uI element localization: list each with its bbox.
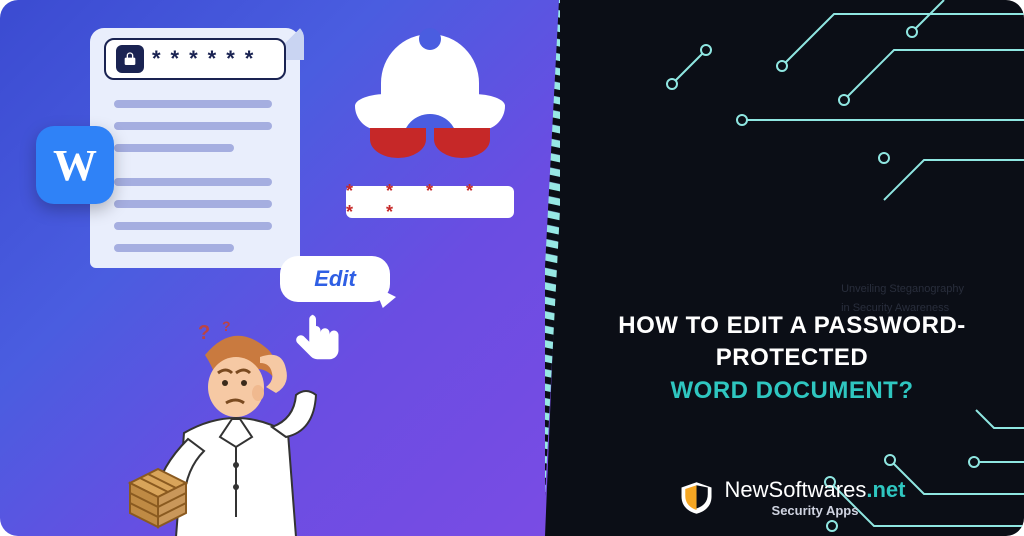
hacker-password-field: * * * * * * bbox=[346, 186, 514, 218]
circuit-decoration bbox=[560, 0, 1024, 536]
promo-banner: ****** W * * * * * * bbox=[0, 0, 1024, 536]
shield-logo-icon bbox=[679, 480, 715, 516]
brand-name: NewSoftwares.net bbox=[725, 477, 906, 503]
svg-text:?: ? bbox=[222, 318, 231, 334]
right-panel: Unveiling Steganography in Security Awar… bbox=[560, 0, 1024, 536]
edit-bubble: Edit bbox=[280, 256, 390, 302]
confused-person-illustration: ? ? bbox=[110, 317, 370, 536]
circuit-lines-icon bbox=[584, 0, 1024, 220]
brand-block: NewSoftwares.net Security Apps bbox=[679, 477, 906, 518]
doc-line bbox=[114, 200, 272, 208]
svg-text:?: ? bbox=[198, 322, 210, 344]
doc-line bbox=[114, 244, 234, 252]
doc-line bbox=[114, 144, 234, 152]
brand-tagline: Security Apps bbox=[725, 503, 906, 518]
puzzle-cube-icon bbox=[130, 469, 186, 527]
brand-suffix: .net bbox=[866, 477, 905, 502]
word-letter: W bbox=[53, 140, 97, 191]
password-mask: ****** bbox=[152, 46, 263, 72]
hat-icon bbox=[355, 30, 505, 130]
brand-name-text: NewSoftwares bbox=[725, 477, 867, 502]
hacker-illustration: * * * * * * bbox=[340, 30, 520, 218]
lock-icon bbox=[116, 45, 144, 73]
left-panel: ****** W * * * * * * bbox=[0, 0, 560, 536]
word-app-icon: W bbox=[36, 126, 114, 204]
doc-line bbox=[114, 222, 272, 230]
doc-line bbox=[114, 178, 272, 186]
edit-label: Edit bbox=[314, 266, 356, 292]
document-illustration: ****** bbox=[90, 28, 300, 268]
page-title: HOW TO EDIT A PASSWORD-PROTECTED WORD DO… bbox=[560, 310, 1024, 407]
doc-line bbox=[114, 100, 272, 108]
title-line-2: WORD DOCUMENT? bbox=[560, 375, 1024, 407]
ghost-line: Unveiling Steganography bbox=[841, 280, 964, 299]
title-line-1: HOW TO EDIT A PASSWORD-PROTECTED bbox=[560, 310, 1024, 375]
password-field: ****** bbox=[104, 38, 286, 80]
doc-line bbox=[114, 122, 272, 130]
hacker-password-mask: * * * * * * bbox=[346, 181, 514, 223]
